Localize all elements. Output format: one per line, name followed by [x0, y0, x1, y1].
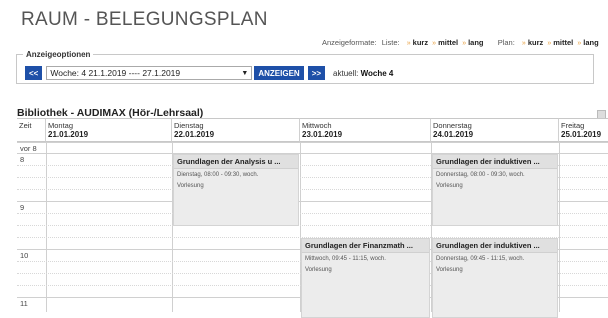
page-title: RAUM - BELEGUNGSPLAN	[21, 9, 268, 30]
bullet-icon: »	[462, 40, 467, 47]
hour-label-10: 10	[20, 251, 29, 260]
bullet-icon: »	[577, 40, 582, 47]
week-select[interactable]: Woche: 4 21.1.2019 ---- 27.1.2019 ▼	[46, 66, 253, 80]
current-week-value: Woche 4	[360, 68, 394, 78]
day-date: 22.01.2019	[174, 130, 215, 139]
day-name: Dienstag	[174, 121, 204, 130]
column-divider	[46, 142, 47, 312]
day-name: Mittwoch	[302, 121, 332, 130]
display-options-panel: Anzeigeoptionen << Woche: 4 21.1.2019 --…	[16, 50, 594, 84]
event-type: Vorlesung	[305, 267, 332, 273]
display-options-legend: Anzeigeoptionen	[26, 50, 91, 59]
bullet-icon: »	[521, 40, 526, 47]
time-column-header: Zeit	[17, 118, 46, 142]
event-title: Grundlagen der induktiven ...	[433, 155, 557, 169]
plan-format-label: Plan:	[497, 38, 515, 47]
day-date: 25.01.2019	[561, 130, 602, 139]
event-detail: Donnerstag, 09:45 - 11:15, woch.	[436, 256, 525, 262]
list-format-medium-link[interactable]: mittel	[438, 38, 458, 47]
hour-line	[17, 142, 608, 143]
hour-label-8: 8	[20, 155, 25, 164]
day-header-tuesday: Dienstag 22.01.2019	[172, 118, 300, 142]
formats-label: Anzeigeformate:	[322, 38, 377, 47]
event-block[interactable]: Grundlagen der Finanzmath ... Mittwoch, …	[301, 238, 430, 318]
current-week: aktuell: Woche 4	[333, 69, 393, 78]
plan-format-short-link[interactable]: kurz	[528, 38, 543, 47]
bullet-icon: »	[547, 40, 552, 47]
day-header-monday: Montag 21.01.2019	[46, 118, 172, 142]
hour-label-before-8: vor 8	[20, 144, 37, 153]
previous-week-button[interactable]: <<	[25, 66, 43, 80]
hour-label-11: 11	[20, 299, 28, 308]
event-detail: Donnerstag, 08:00 - 09:30, woch.	[436, 172, 525, 178]
next-week-button[interactable]: >>	[307, 66, 326, 80]
display-formats: Anzeigeformate: Liste: » kurz » mittel » la…	[322, 38, 599, 47]
dropdown-arrow-icon: ▼	[241, 69, 249, 77]
event-type: Vorlesung	[436, 183, 463, 189]
event-title: Grundlagen der Analysis u ...	[174, 155, 298, 169]
day-header-thursday: Donnerstag 24.01.2019	[431, 118, 559, 142]
column-divider	[559, 142, 560, 312]
day-name: Donnerstag	[433, 121, 472, 130]
day-date: 23.01.2019	[302, 130, 343, 139]
bullet-icon: »	[432, 40, 437, 47]
plan-format-medium-link[interactable]: mittel	[553, 38, 573, 47]
day-header-friday: Freitag 25.01.2019	[559, 118, 608, 142]
hour-label-9: 9	[20, 203, 25, 212]
time-header-label: Zeit	[19, 121, 32, 130]
event-detail: Mittwoch, 09:45 - 11:15, woch.	[305, 256, 386, 262]
event-block[interactable]: Grundlagen der induktiven ... Donnerstag…	[432, 154, 558, 226]
event-type: Vorlesung	[436, 267, 463, 273]
list-format-short-link[interactable]: kurz	[413, 38, 428, 47]
current-week-prefix: aktuell:	[333, 68, 359, 78]
plan-format-long-link[interactable]: lang	[583, 38, 598, 47]
day-header-wednesday: Mittwoch 23.01.2019	[300, 118, 431, 142]
bullet-icon: »	[406, 40, 411, 47]
day-date: 24.01.2019	[433, 130, 474, 139]
day-name: Freitag	[561, 121, 585, 130]
day-name: Montag	[48, 121, 74, 130]
event-block[interactable]: Grundlagen der Analysis u ... Dienstag, …	[173, 154, 299, 226]
event-block[interactable]: Grundlagen der induktiven ... Donnerstag…	[432, 238, 558, 318]
event-type: Vorlesung	[177, 183, 204, 189]
week-select-value: Woche: 4 21.1.2019 ---- 27.1.2019	[50, 68, 181, 78]
event-title: Grundlagen der induktiven ...	[433, 239, 557, 253]
day-date: 21.01.2019	[48, 130, 89, 139]
show-button[interactable]: ANZEIGEN	[254, 66, 304, 80]
event-detail: Dienstag, 08:00 - 09:30, woch.	[177, 172, 259, 178]
list-format-label: Liste:	[381, 38, 400, 47]
event-title: Grundlagen der Finanzmath ...	[302, 239, 429, 253]
list-format-long-link[interactable]: lang	[468, 38, 483, 47]
